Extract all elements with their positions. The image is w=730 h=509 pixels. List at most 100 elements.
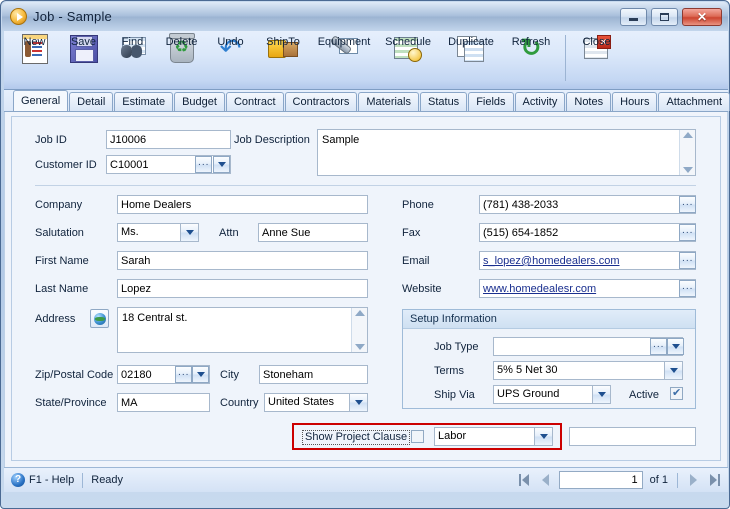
toolbar-label-delete: Delete (165, 36, 198, 48)
window-title: Job - Sample (33, 9, 112, 24)
maximize-button[interactable] (651, 7, 678, 26)
website-options-button[interactable]: ··· (679, 280, 696, 297)
ship-via-dropdown-icon[interactable] (592, 386, 610, 403)
fax-input[interactable]: (515) 654-1852 (479, 223, 696, 242)
toolbar-button-schedule[interactable]: Schedule (377, 31, 439, 88)
help-label[interactable]: F1 - Help (29, 474, 74, 486)
salutation-value: Ms. (121, 226, 139, 238)
email-input[interactable]: s_lopez@homedealers.com (479, 251, 696, 270)
tab-budget[interactable]: Budget (174, 92, 225, 111)
job-id-input[interactable]: J10006 (106, 130, 231, 149)
tab-estimate[interactable]: Estimate (114, 92, 174, 111)
customer-id-dropdown-button[interactable] (213, 156, 230, 173)
job-description-scrollbar[interactable] (679, 130, 695, 175)
previous-page-icon[interactable] (539, 473, 552, 487)
tab-status[interactable]: Status (420, 92, 468, 111)
last-name-input[interactable]: Lopez (117, 279, 368, 298)
city-input[interactable]: Stoneham (259, 365, 368, 384)
project-clause-dropdown-icon[interactable] (534, 428, 552, 445)
job-type-dropdown-button[interactable] (667, 338, 684, 355)
tab-detail[interactable]: Detail (69, 92, 114, 111)
scroll-up-icon[interactable] (682, 132, 693, 138)
toolbar-button-find[interactable]: Find (108, 31, 157, 88)
tab-activity[interactable]: Activity (514, 92, 566, 111)
last-page-icon[interactable] (707, 473, 720, 487)
scroll-down-icon[interactable] (682, 167, 693, 173)
toolbar-button-refresh[interactable]: ↻ Refresh (503, 31, 559, 88)
terms-label: Terms (434, 365, 464, 377)
toolbar-button-save[interactable]: Save (59, 31, 108, 88)
toolbar-label-find: Find (121, 36, 144, 48)
tab-contractors[interactable]: Contractors (284, 92, 358, 111)
project-clause-select[interactable]: Labor (434, 427, 553, 446)
address-map-button[interactable] (90, 309, 109, 328)
address-textarea[interactable]: 18 Central st. (117, 307, 368, 353)
country-dropdown-icon[interactable] (349, 394, 367, 411)
minimize-button[interactable] (620, 7, 647, 26)
website-label: Website (402, 283, 442, 295)
next-page-icon[interactable] (687, 473, 700, 487)
salutation-label: Salutation (35, 227, 84, 239)
tab-materials[interactable]: Materials (358, 92, 419, 111)
customer-id-lookup-button[interactable]: ··· (195, 156, 212, 173)
attn-input[interactable]: Anne Sue (258, 223, 368, 242)
toolbar-label-save: Save (70, 36, 97, 48)
page-count-label: of 1 (649, 474, 668, 486)
country-select[interactable]: United States (264, 393, 368, 412)
active-checkbox[interactable] (670, 386, 683, 400)
company-input[interactable]: Home Dealers (117, 195, 368, 214)
show-project-clause-label: Show Project Clause (302, 430, 411, 445)
fax-options-button[interactable]: ··· (679, 224, 696, 241)
tab-notes[interactable]: Notes (566, 92, 612, 111)
job-type-lookup-button[interactable]: ··· (650, 338, 667, 355)
zip-dropdown-button[interactable] (192, 366, 209, 383)
terms-select[interactable]: 5% 5 Net 30 (493, 361, 683, 380)
salutation-select[interactable]: Ms. (117, 223, 199, 242)
toolbar-button-shipto[interactable]: ShipTo (255, 31, 311, 88)
tab-attachment[interactable]: Attachment (658, 92, 730, 111)
job-type-label: Job Type (434, 341, 479, 353)
toolbar-button-equipment[interactable]: Equipment (311, 31, 377, 88)
project-clause-text-input[interactable] (569, 427, 696, 446)
toolbar-button-close[interactable]: Close (572, 31, 621, 88)
email-options-button[interactable]: ··· (679, 252, 696, 269)
tab-contract[interactable]: Contract (225, 92, 284, 111)
toolbar-button-undo[interactable]: ↶ Undo (206, 31, 255, 88)
salutation-dropdown-icon[interactable] (180, 224, 198, 241)
toolbar-button-duplicate[interactable]: Duplicate (439, 31, 503, 88)
page-number-input[interactable]: 1 (558, 471, 643, 489)
tab-hours[interactable]: Hours (612, 92, 658, 111)
address-label: Address (35, 313, 76, 325)
address-scrollbar[interactable] (351, 308, 367, 352)
first-name-label: First Name (35, 255, 89, 267)
toolbar-label-shipto: ShipTo (266, 36, 300, 48)
application-window: Job - Sample ✕ New Save Find Delete ↶ Un… (0, 0, 730, 509)
state-input[interactable]: MA (117, 393, 210, 412)
job-description-textarea[interactable]: Sample (317, 129, 696, 176)
help-icon[interactable]: ? (11, 473, 25, 487)
website-input[interactable]: www.homedealesr.com (479, 279, 696, 298)
country-value: United States (268, 396, 335, 408)
close-button[interactable]: ✕ (682, 7, 722, 26)
toolbar-button-new[interactable]: New (10, 31, 59, 88)
close-icon: ✕ (696, 9, 708, 24)
zip-label: Zip/Postal Code (35, 369, 114, 381)
scroll-up-icon[interactable] (354, 310, 365, 316)
phone-input[interactable]: (781) 438-2033 (479, 195, 696, 214)
first-page-icon[interactable] (518, 473, 532, 487)
job-description-value: Sample (322, 134, 360, 146)
scroll-down-icon[interactable] (354, 344, 365, 350)
play-circle-icon (10, 8, 27, 25)
tab-fields[interactable]: Fields (468, 92, 514, 111)
tab-general[interactable]: General (13, 90, 69, 111)
toolbar-label-new: New (23, 36, 46, 48)
window-controls: ✕ (620, 7, 722, 26)
zip-lookup-button[interactable]: ··· (175, 366, 192, 383)
ship-via-select[interactable]: UPS Ground (493, 385, 611, 404)
show-project-clause-checkbox[interactable] (411, 430, 424, 443)
first-name-input[interactable]: Sarah (117, 251, 368, 270)
terms-dropdown-icon[interactable] (664, 362, 682, 379)
toolbar-button-delete[interactable]: Delete (157, 31, 206, 88)
phone-options-button[interactable]: ··· (679, 196, 696, 213)
last-name-label: Last Name (35, 283, 89, 295)
